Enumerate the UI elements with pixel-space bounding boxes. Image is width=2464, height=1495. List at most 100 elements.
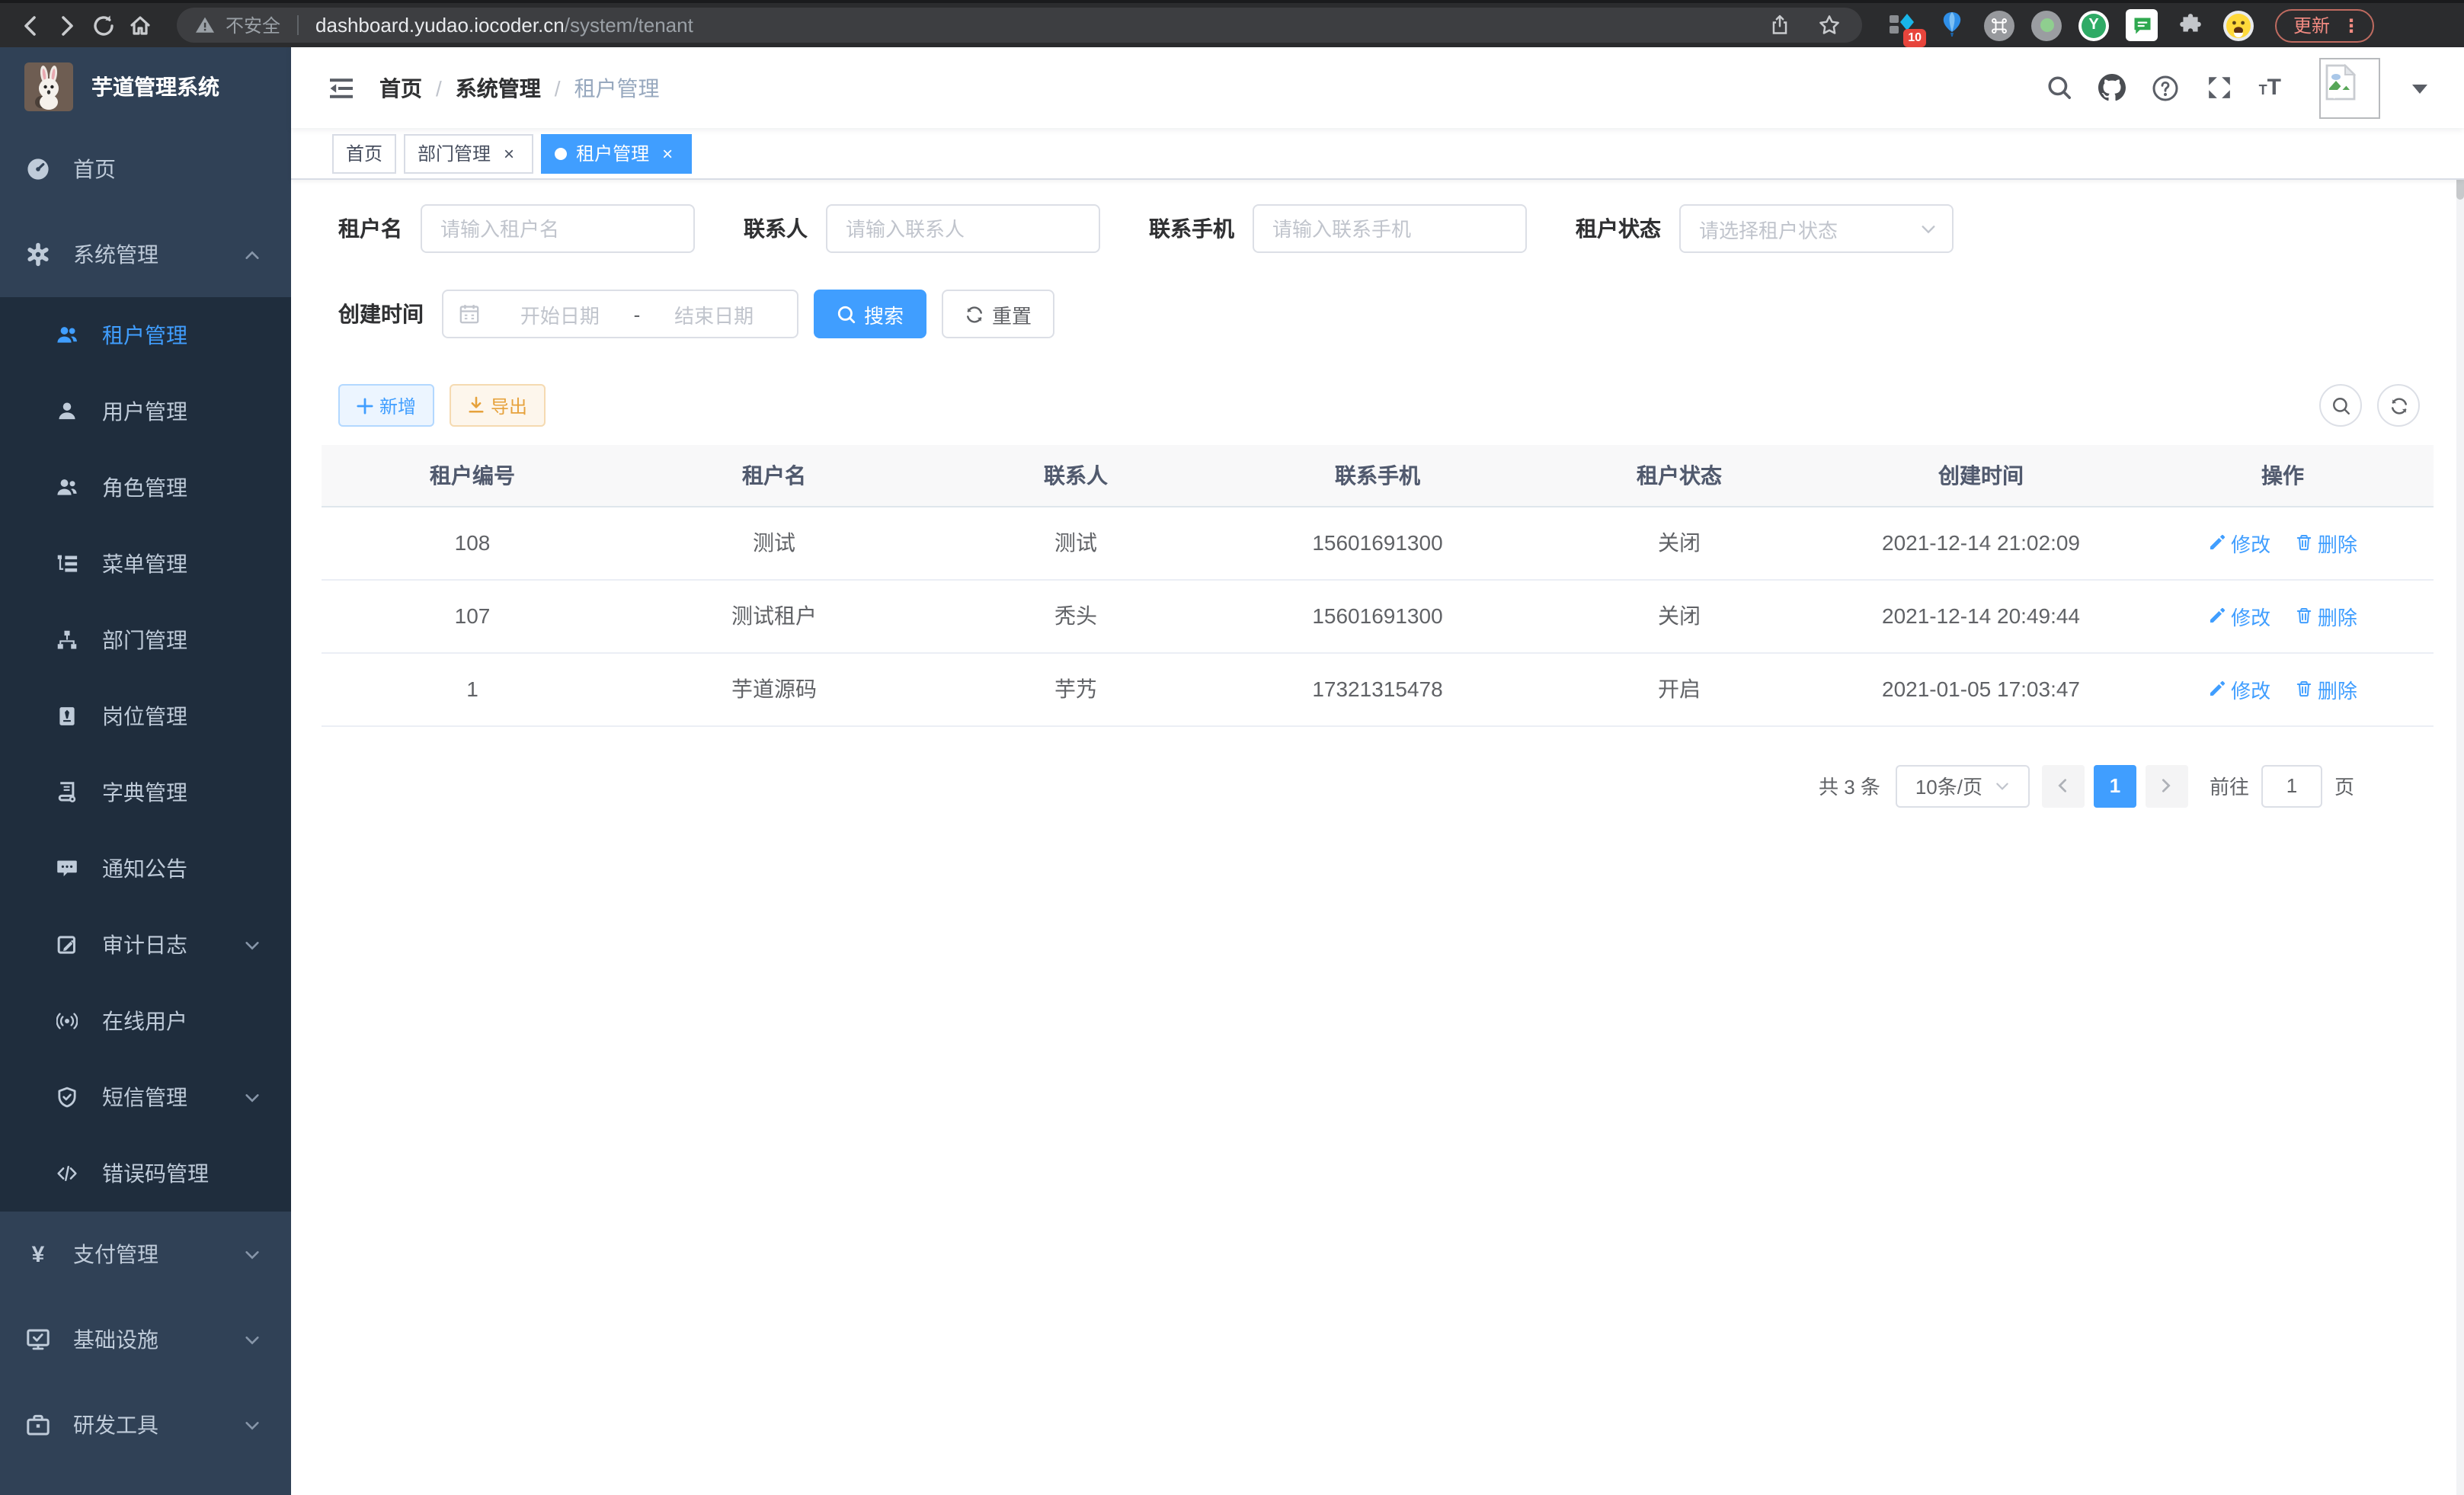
sidebar-item-label: 系统管理 — [73, 239, 158, 270]
delete-link[interactable]: 删除 — [2295, 674, 2357, 703]
refresh-table-button[interactable] — [2377, 384, 2420, 427]
breadcrumb-home[interactable]: 首页 — [379, 72, 422, 103]
sidebar-item-label: 菜单管理 — [102, 549, 187, 579]
app-logo[interactable]: 芋道管理系统 — [0, 47, 291, 126]
page-unit-label: 页 — [2334, 771, 2354, 800]
sidebar-item-menu[interactable]: 菜单管理 — [0, 526, 291, 602]
edit-link[interactable]: 修改 — [2208, 528, 2270, 557]
sidebar-item-audit-log[interactable]: 审计日志 — [0, 907, 291, 983]
users-group-icon — [56, 477, 78, 498]
breadcrumb-system[interactable]: 系统管理 — [456, 72, 541, 103]
sidebar-item-tenant[interactable]: 租户管理 — [0, 297, 291, 373]
toggle-search-button[interactable] — [2319, 384, 2362, 427]
add-button-label: 新增 — [379, 392, 416, 418]
url-text: dashboard.yudao.iocoder.cn/system/tenant — [315, 14, 693, 37]
sidebar-item-home[interactable]: 首页 — [0, 126, 291, 212]
sidebar-item-notice[interactable]: 通知公告 — [0, 831, 291, 907]
extensions-puzzle-icon[interactable] — [2174, 9, 2206, 41]
sidebar-item-dev-tools[interactable]: 研发工具 — [0, 1382, 291, 1468]
extension-dot-icon[interactable] — [2031, 10, 2062, 40]
prev-page-button[interactable] — [2042, 764, 2085, 807]
org-chart-icon — [56, 629, 78, 651]
cell-mobile: 17321315478 — [1227, 652, 1528, 725]
search-icon — [2331, 395, 2350, 415]
search-button[interactable]: 搜索 — [814, 290, 926, 338]
delete-link[interactable]: 删除 — [2295, 528, 2357, 557]
extension-badge: 10 — [1903, 30, 1926, 47]
browser-forward-button[interactable] — [49, 7, 85, 43]
start-date-placeholder: 开始日期 — [492, 299, 628, 328]
sidebar-item-user[interactable]: 用户管理 — [0, 373, 291, 450]
code-icon — [56, 1163, 78, 1184]
sidebar-item-online-users[interactable]: 在线用户 — [0, 983, 291, 1059]
table-row: 107 测试租户 秃头 15601691300 关闭 2021-12-14 20… — [322, 579, 2434, 652]
refresh-icon — [2389, 395, 2408, 415]
sidebar-item-label: 错误码管理 — [102, 1158, 209, 1189]
font-size-icon[interactable]: TT — [2259, 75, 2281, 101]
sidebar-item-label: 用户管理 — [102, 396, 187, 427]
edit-link[interactable]: 修改 — [2208, 601, 2270, 630]
extension-chat-icon[interactable] — [2126, 9, 2158, 41]
github-icon[interactable] — [2099, 74, 2126, 101]
edit-link[interactable]: 修改 — [2208, 674, 2270, 703]
extensions-row: 10 Y — [1886, 9, 2254, 41]
header-search-icon[interactable] — [2046, 74, 2073, 101]
browser-reload-button[interactable] — [85, 7, 122, 43]
page-number-current[interactable]: 1 — [2094, 764, 2136, 807]
contact-input[interactable] — [826, 204, 1100, 253]
tag-home[interactable]: 首页 — [332, 133, 396, 173]
browser-back-button[interactable] — [12, 7, 49, 43]
mobile-input[interactable] — [1253, 204, 1527, 253]
create-time-range-picker[interactable]: 开始日期 - 结束日期 — [442, 290, 798, 338]
cell-status: 开启 — [1528, 652, 1830, 725]
tag-close-icon[interactable]: × — [498, 142, 520, 164]
site-info-button[interactable] — [195, 15, 215, 35]
add-button[interactable]: 新增 — [338, 384, 434, 427]
extension-command-icon[interactable] — [1984, 10, 2014, 40]
chevron-down-icon — [244, 1417, 261, 1433]
sidebar-item-label: 在线用户 — [102, 1006, 187, 1036]
profile-avatar-icon[interactable] — [2223, 10, 2254, 40]
extension-balloon-icon[interactable] — [1935, 9, 1967, 41]
sidebar-item-error-code[interactable]: 错误码管理 — [0, 1135, 291, 1212]
sidebar-item-payment[interactable]: ¥ 支付管理 — [0, 1212, 291, 1297]
extension-y-icon[interactable]: Y — [2078, 10, 2109, 40]
browser-menu-icon[interactable]: ⋮ — [2342, 14, 2360, 36]
sidebar-item-dept[interactable]: 部门管理 — [0, 602, 291, 678]
sidebar-item-dict[interactable]: 字典管理 — [0, 754, 291, 831]
tag-close-icon[interactable]: × — [657, 142, 678, 164]
browser-update-button[interactable]: 更新 ⋮ — [2275, 8, 2374, 42]
sidebar-item-system[interactable]: 系统管理 — [0, 212, 291, 297]
page-size-select[interactable]: 10条/页 — [1896, 764, 2030, 807]
url-bar[interactable]: 不安全 dashboard.yudao.iocoder.cn/system/te… — [177, 8, 1862, 43]
sidebar-toggle-icon[interactable] — [328, 74, 355, 101]
sidebar-item-post[interactable]: 岗位管理 — [0, 678, 291, 754]
scrollbar[interactable] — [2456, 47, 2464, 1495]
reset-button[interactable]: 重置 — [942, 290, 1054, 338]
end-date-placeholder: 结束日期 — [646, 299, 782, 328]
browser-home-button[interactable] — [122, 7, 158, 43]
cell-created: 2021-12-14 21:02:09 — [1830, 506, 2132, 579]
tenant-name-label: 租户名 — [338, 213, 402, 244]
tag-dept[interactable]: 部门管理 × — [404, 133, 533, 173]
tenant-name-input[interactable] — [421, 204, 695, 253]
sidebar-item-sms[interactable]: 短信管理 — [0, 1059, 291, 1135]
sidebar-item-role[interactable]: 角色管理 — [0, 450, 291, 526]
sidebar-item-infrastructure[interactable]: 基础设施 — [0, 1297, 291, 1382]
fullscreen-icon[interactable] — [2206, 74, 2233, 101]
sidebar-item-label: 字典管理 — [102, 777, 187, 808]
tag-tenant[interactable]: 租户管理 × — [541, 133, 692, 173]
export-button[interactable]: 导出 — [450, 384, 546, 427]
share-button[interactable] — [1769, 14, 1790, 37]
avatar[interactable] — [2319, 57, 2380, 118]
extension-diamond-icon[interactable]: 10 — [1886, 9, 1918, 41]
bookmark-star-button[interactable] — [1818, 14, 1841, 37]
next-page-button[interactable] — [2146, 764, 2188, 807]
avatar-caret-icon[interactable] — [2412, 82, 2427, 94]
status-select[interactable]: 请选择租户状态 — [1679, 204, 1954, 253]
tag-label: 首页 — [346, 140, 382, 166]
help-icon[interactable] — [2152, 74, 2180, 101]
goto-page-input[interactable] — [2261, 764, 2322, 807]
date-separator: - — [628, 303, 647, 325]
delete-link[interactable]: 删除 — [2295, 601, 2357, 630]
